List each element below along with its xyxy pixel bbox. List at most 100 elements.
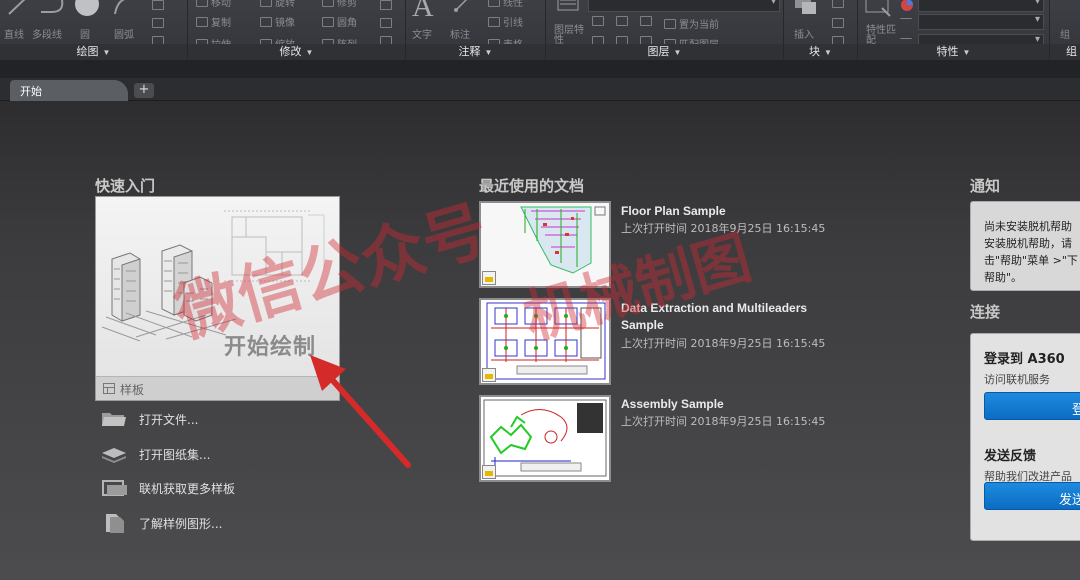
notifications-title: 通知 <box>970 177 1001 195</box>
annotation-arrow <box>310 355 411 468</box>
notification-line: 帮助"。 <box>984 271 1023 284</box>
sample-drawings-link[interactable]: 了解样例图形... <box>100 512 222 534</box>
modify-extra-icon[interactable] <box>380 36 392 44</box>
assembly-thumbnail <box>483 399 607 477</box>
group-tool-label[interactable]: 组 <box>1060 26 1070 41</box>
open-sheet-set-link[interactable]: 打开图纸集... <box>100 443 210 465</box>
sample-drawings-icon <box>106 514 124 533</box>
layer-small-icon[interactable] <box>640 16 652 26</box>
notification-line: 安装脱机帮助，请 <box>984 237 1072 250</box>
properties-panel: 特性匹配 特性▼ <box>858 0 1050 60</box>
online-templates-label: 联机获取更多样板 <box>139 481 236 496</box>
line-icon[interactable] <box>6 0 32 20</box>
block-small-icon[interactable] <box>832 18 844 28</box>
recent-doc-name[interactable]: Floor Plan Sample <box>621 203 841 220</box>
recent-doc-name[interactable]: Data Extraction and Multileaders Sample <box>621 300 841 334</box>
layer-small-icon[interactable] <box>616 16 628 26</box>
notification-card: 尚未安装脱机帮助 安装脱机帮助，请 击"帮助"菜单 >"下 帮助"。 <box>970 201 1080 291</box>
text-tool-label[interactable]: 文字 <box>412 26 432 41</box>
layers-panel: 图层特性 置为当前 匹配图层 图层▼ <box>546 0 784 60</box>
block-small-icon[interactable] <box>832 36 844 44</box>
annotation-panel-title[interactable]: 注释 ▼ <box>406 44 545 60</box>
groups-panel-title[interactable]: 组 <box>1050 44 1080 60</box>
layer-small-icon[interactable] <box>592 36 604 44</box>
feedback-title: 发送反馈 <box>984 449 1037 464</box>
template-label: 样板 <box>120 383 145 397</box>
modify-panel: 移动 旋转 修剪 复制 镜像 圆角 拉伸 缩放 阵列 修改▼ <box>188 0 406 60</box>
linetype-icon <box>900 38 912 40</box>
login-title: 登录到 A360 <box>984 352 1065 367</box>
login-description: 访问联机服务 <box>984 373 1050 386</box>
match-layer-tool[interactable]: 匹配图层 <box>664 36 719 44</box>
draw-small-icon[interactable] <box>152 18 164 28</box>
layer-properties-icon[interactable] <box>554 0 584 20</box>
login-button[interactable]: 登 <box>984 392 1080 420</box>
modify-panel-title[interactable]: 修改 ▼ <box>188 44 405 60</box>
polyline-tool-label[interactable]: 多段线 <box>32 26 62 41</box>
open-file-link[interactable]: 打开文件... <box>100 408 198 430</box>
array-tool[interactable]: 阵列 <box>322 36 357 44</box>
copy-tool[interactable]: 复制 <box>196 14 231 29</box>
dimension-tool-label[interactable]: 标注 <box>450 26 470 41</box>
modify-extra-icon[interactable] <box>380 0 392 10</box>
draw-panel-title[interactable]: 绘图 ▼ <box>0 44 187 60</box>
send-feedback-button[interactable]: 发送 <box>984 482 1080 510</box>
block-small-icon[interactable] <box>832 0 844 8</box>
online-templates-link[interactable]: 联机获取更多样板 <box>100 477 235 499</box>
layer-small-icon[interactable] <box>616 36 628 44</box>
match-properties-label[interactable]: 特性匹配 <box>866 26 898 45</box>
layer-small-icon[interactable] <box>592 16 604 26</box>
recent-doc-name[interactable]: Assembly Sample <box>621 396 841 413</box>
circle-icon[interactable] <box>72 0 102 20</box>
insert-block-icon[interactable] <box>792 0 820 20</box>
match-properties-icon[interactable] <box>864 0 894 20</box>
linetype-dropdown[interactable] <box>918 34 1044 44</box>
line-tool-label[interactable]: 直线 <box>4 26 24 41</box>
start-page: 快速入门 开始绘制 样板 打开文件... 打开图纸集... 联机获取更多样板 了… <box>0 101 1080 580</box>
mirror-tool[interactable]: 镜像 <box>260 14 295 29</box>
move-tool[interactable]: 移动 <box>196 0 231 9</box>
circle-tool-label[interactable]: 圆 <box>80 26 90 41</box>
dimension-icon[interactable] <box>452 0 472 16</box>
modify-extra-icon[interactable] <box>380 18 392 28</box>
block-panel-title[interactable]: 块 ▼ <box>784 44 857 60</box>
layer-properties-label[interactable]: 图层特性 <box>554 26 588 45</box>
set-current-tool[interactable]: 置为当前 <box>664 16 719 31</box>
recent-doc-time: 上次打开时间 2018年9月25日 16:15:45 <box>621 222 826 235</box>
draw-small-icon[interactable] <box>152 36 164 44</box>
notification-line: 尚未安装脱机帮助 <box>984 220 1072 233</box>
trim-tool[interactable]: 修剪 <box>322 0 357 9</box>
table-tool[interactable]: 表格 <box>488 36 523 44</box>
insert-tool-label[interactable]: 插入 <box>794 26 814 41</box>
block-panel: 插入 块 ▼ <box>784 0 858 60</box>
layer-dropdown[interactable] <box>588 0 780 12</box>
text-icon[interactable]: A <box>412 0 434 24</box>
layers-panel-title[interactable]: 图层 ▼ <box>546 44 783 60</box>
leader-tool[interactable]: 引线 <box>488 14 523 29</box>
draw-small-icon[interactable] <box>152 0 164 10</box>
layer-small-icon[interactable] <box>640 36 652 44</box>
recent-doc-thumbnail[interactable] <box>479 201 611 288</box>
recent-doc-time: 上次打开时间 2018年9月25日 16:15:45 <box>621 415 826 428</box>
fillet-tool[interactable]: 圆角 <box>322 14 357 29</box>
polyline-icon[interactable] <box>38 0 68 20</box>
arc-tool-label[interactable]: 圆弧 <box>114 26 134 41</box>
draw-panel: 直线 多段线 圆 圆弧 绘图 ▼ <box>0 0 188 60</box>
floor-plan-thumbnail <box>520 206 606 274</box>
lineweight-dropdown[interactable] <box>918 14 1044 30</box>
open-sheet-set-label: 打开图纸集... <box>139 447 211 462</box>
arc-icon[interactable] <box>112 0 138 20</box>
recent-doc-thumbnail[interactable] <box>479 298 611 385</box>
new-tab-button[interactable]: + <box>134 83 154 98</box>
properties-panel-title[interactable]: 特性 ▼ <box>858 44 1049 60</box>
tab-start[interactable]: 开始 <box>10 80 128 101</box>
ribbon-gap <box>0 60 1080 78</box>
recent-doc-thumbnail[interactable] <box>479 395 611 482</box>
rotate-tool[interactable]: 旋转 <box>260 0 295 9</box>
open-file-label: 打开文件... <box>139 412 199 427</box>
linear-tool[interactable]: 线性 <box>488 0 523 9</box>
color-dropdown[interactable] <box>918 0 1044 12</box>
stretch-tool[interactable]: 拉伸 <box>196 36 231 44</box>
color-wheel-icon[interactable] <box>900 0 914 12</box>
scale-tool[interactable]: 缩放 <box>260 36 295 44</box>
